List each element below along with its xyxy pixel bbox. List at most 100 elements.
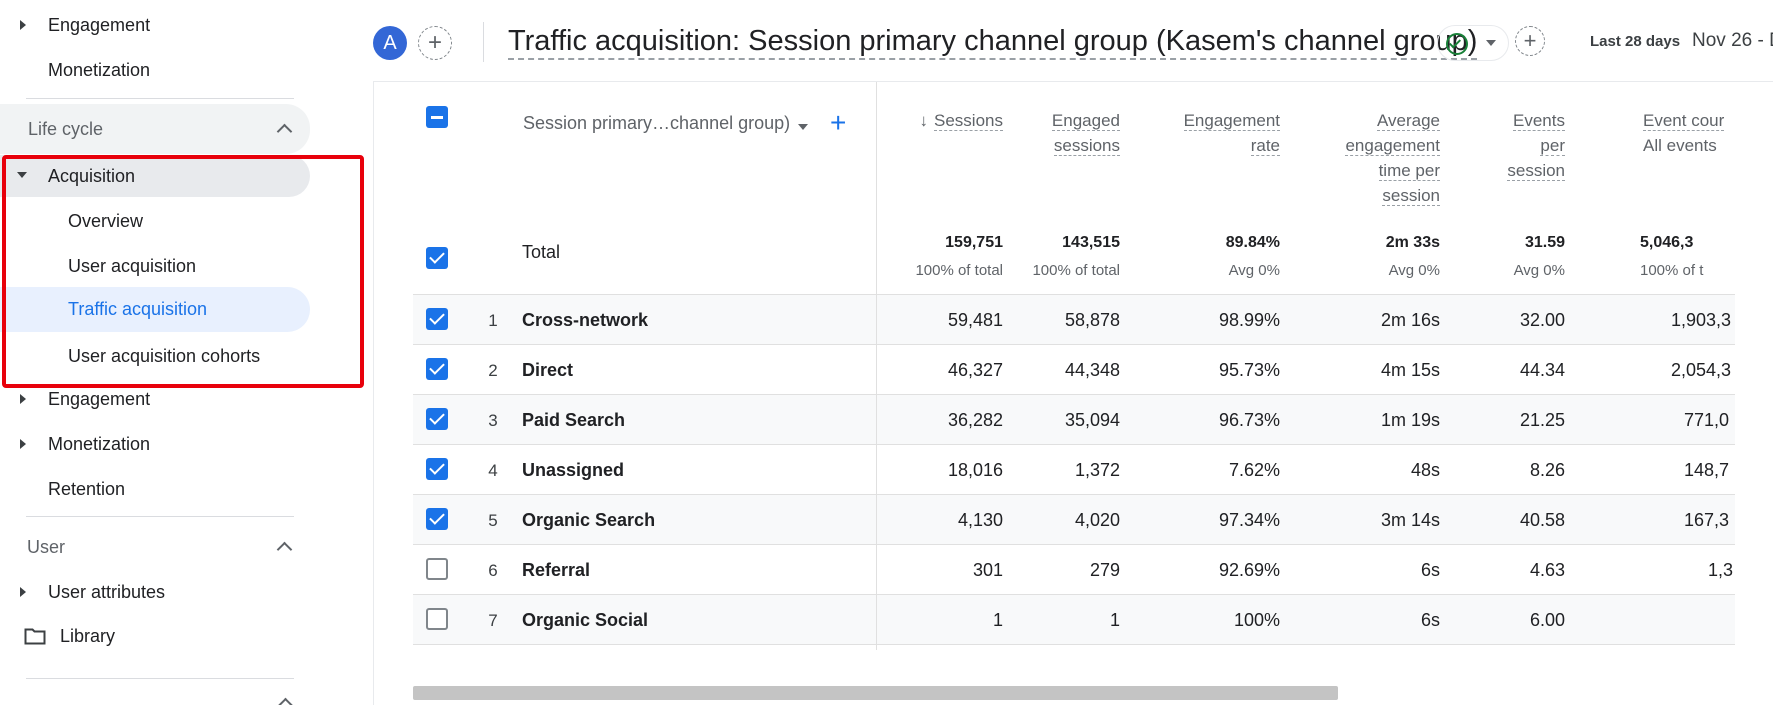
- total-engagement-rate: 89.84%: [1225, 234, 1280, 251]
- chevron-up-icon: [277, 697, 294, 705]
- section-header-user[interactable]: User: [0, 522, 310, 572]
- total-sub: Avg 0%: [1513, 262, 1565, 279]
- cell-events-per-session: 21.25: [1519, 410, 1565, 430]
- column-header-label: sessions: [1053, 136, 1120, 156]
- cell-avg-engagement-time: 4m 15s: [1380, 360, 1440, 380]
- cell-engaged-sessions: 44,348: [1064, 360, 1120, 380]
- cell-events-per-session: 32.00: [1519, 310, 1565, 330]
- add-button[interactable]: +: [1515, 26, 1545, 56]
- row-name[interactable]: Direct: [522, 360, 573, 381]
- row-rank: 1: [488, 311, 498, 330]
- cell-engaged-sessions: 35,094: [1064, 410, 1120, 430]
- caret-down-icon[interactable]: [798, 124, 808, 130]
- column-divider: [876, 82, 877, 650]
- row-name[interactable]: Referral: [522, 560, 590, 581]
- cell-engaged-sessions: 1,372: [1074, 460, 1120, 480]
- section-title: Life cycle: [28, 118, 104, 139]
- column-header-engagement-rate[interactable]: Engagement rate: [1120, 108, 1280, 158]
- cell-event-count: 148,7: [1684, 460, 1730, 480]
- cell-engagement-rate: 7.62%: [1228, 460, 1280, 480]
- column-header-event-count[interactable]: Event cour All events: [1643, 108, 1735, 158]
- row-rank: 6: [488, 561, 498, 580]
- avatar[interactable]: A: [373, 26, 407, 60]
- row-rank: 5: [488, 511, 498, 530]
- caret-right-icon: [20, 20, 26, 30]
- column-header-engaged-sessions[interactable]: Engaged sessions: [1003, 108, 1120, 158]
- cell-avg-engagement-time: 48s: [1410, 460, 1440, 480]
- total-sub: Avg 0%: [1228, 262, 1280, 279]
- row-rank: 4: [488, 461, 498, 480]
- avatar-letter: A: [383, 31, 397, 54]
- total-checkbox[interactable]: [426, 247, 448, 269]
- sidebar-item-engagement[interactable]: Engagement: [0, 377, 330, 421]
- cell-events-per-session: 4.63: [1529, 560, 1565, 580]
- date-range-chip[interactable]: Last 28 days: [1590, 33, 1680, 50]
- row-checkbox[interactable]: [426, 358, 448, 380]
- row-name[interactable]: Paid Search: [522, 410, 625, 431]
- divider: [26, 98, 294, 99]
- sidebar-item-user-attributes[interactable]: User attributes: [0, 570, 330, 614]
- caret-right-icon: [20, 587, 26, 597]
- column-header-label: Sessions: [934, 111, 1003, 131]
- cell-sessions: 59,481: [947, 310, 1003, 330]
- total-avg-engagement-time: 2m 33s: [1385, 234, 1440, 251]
- sidebar-item-engagement-top[interactable]: Engagement: [0, 3, 330, 47]
- add-comparison-button[interactable]: +: [418, 26, 452, 60]
- sidebar-item-label: User attributes: [48, 581, 166, 602]
- highlight-box: [2, 155, 364, 388]
- cell-sessions: 301: [972, 560, 1003, 580]
- cell-events-per-session: 8.26: [1529, 460, 1565, 480]
- row-checkbox[interactable]: [426, 458, 448, 480]
- cell-engaged-sessions: 1: [1109, 610, 1120, 630]
- select-all-checkbox[interactable]: [426, 106, 448, 128]
- total-events-per-session: 31.59: [1524, 234, 1565, 251]
- row-checkbox[interactable]: [426, 558, 448, 580]
- row-name[interactable]: Cross-network: [522, 310, 648, 331]
- cell-sessions: 4,130: [957, 510, 1003, 530]
- cell-sessions: 36,282: [947, 410, 1003, 430]
- sidebar-item-monetization[interactable]: Monetization: [0, 422, 330, 466]
- total-engaged-sessions: 143,515: [1062, 234, 1120, 251]
- sidebar-item-label: Retention: [48, 478, 126, 499]
- row-checkbox[interactable]: [426, 408, 448, 430]
- cell-engagement-rate: 100%: [1233, 610, 1280, 630]
- row-checkbox[interactable]: [426, 308, 448, 330]
- column-header-sessions[interactable]: ↓ Sessions: [883, 108, 1003, 133]
- sidebar: Engagement Monetization Life cycle Acqui…: [0, 0, 372, 705]
- cell-event-count: 167,3: [1684, 510, 1730, 530]
- plus-icon: +: [427, 29, 442, 56]
- caret-down-icon: [1486, 40, 1496, 46]
- row-name[interactable]: Organic Search: [522, 510, 655, 531]
- column-header-avg-engagement-time[interactable]: Average engagement time per session: [1280, 108, 1440, 208]
- sidebar-item-retention[interactable]: Retention: [0, 467, 330, 511]
- sidebar-item-label: Engagement: [48, 14, 151, 35]
- cell-sessions: 18,016: [947, 460, 1003, 480]
- add-dimension-button[interactable]: +: [830, 108, 846, 138]
- row-checkbox[interactable]: [426, 608, 448, 630]
- column-header-label: Engaged: [1051, 111, 1120, 131]
- cell-avg-engagement-time: 1m 19s: [1380, 410, 1440, 430]
- total-sub: 100% of total: [915, 262, 1003, 279]
- column-header-label: rate: [1250, 136, 1280, 156]
- cell-events-per-session: 6.00: [1529, 610, 1565, 630]
- section-title: User: [27, 536, 66, 557]
- row-name[interactable]: Organic Social: [522, 610, 648, 631]
- row-checkbox[interactable]: [426, 508, 448, 530]
- column-header-events-per-session[interactable]: Events per session: [1440, 108, 1565, 183]
- sidebar-item-library[interactable]: Library: [0, 614, 330, 658]
- sidebar-item-monetization-top[interactable]: Monetization: [0, 48, 330, 92]
- chevron-up-icon: [276, 541, 293, 558]
- cell-sessions: 46,327: [947, 360, 1003, 380]
- horizontal-scrollbar[interactable]: [413, 686, 1338, 700]
- chevron-up-icon: [276, 123, 293, 140]
- cell-engagement-rate: 96.73%: [1218, 410, 1280, 430]
- dimension-header[interactable]: Session primary…channel group): [523, 113, 790, 134]
- row-rank: 2: [488, 361, 498, 380]
- data-table: Session primary…channel group) + ↓ Sessio…: [413, 82, 1735, 652]
- total-sub: 100% of total: [1032, 262, 1120, 279]
- section-header-lifecycle[interactable]: Life cycle: [0, 104, 310, 154]
- row-name[interactable]: Unassigned: [522, 460, 624, 481]
- row-rank: 7: [488, 611, 498, 630]
- date-range[interactable]: Nov 26 - D: [1692, 30, 1773, 52]
- cell-engaged-sessions: 58,878: [1064, 310, 1120, 330]
